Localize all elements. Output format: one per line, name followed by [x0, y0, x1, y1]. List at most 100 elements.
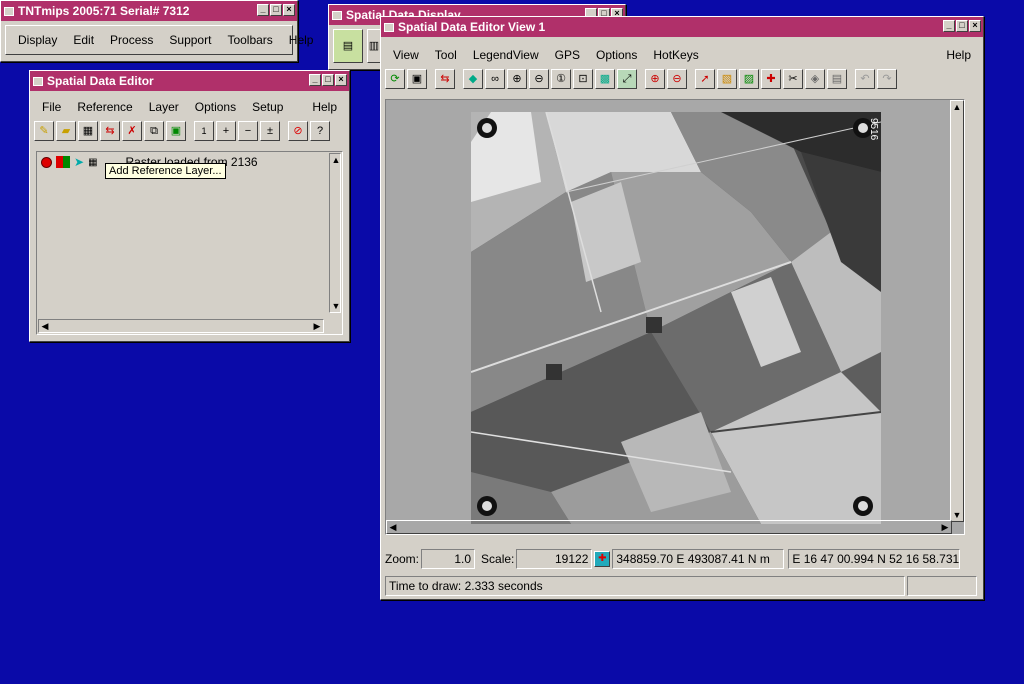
menu-edit[interactable]: Edit: [65, 33, 102, 47]
binoculars-icon[interactable]: ∞: [485, 69, 505, 89]
scroll-left-icon[interactable]: ◀: [387, 521, 399, 533]
raster-layer-icon: [56, 156, 70, 168]
scroll-right-icon[interactable]: ▶: [939, 521, 951, 533]
menu-setup[interactable]: Setup: [244, 100, 291, 114]
zoom-label: Zoom:: [385, 552, 420, 566]
editor-titlebar[interactable]: Spatial Data Editor _ □ ×: [30, 71, 349, 91]
close-icon[interactable]: ×: [283, 4, 295, 16]
database-icon[interactable]: ▣: [166, 121, 186, 141]
layer-vscrollbar[interactable]: ▲ ▼: [329, 153, 341, 313]
close-icon[interactable]: ×: [335, 74, 347, 86]
add-reference-layer-icon[interactable]: ⇆: [100, 121, 120, 141]
clipboard-icon[interactable]: ▤: [827, 69, 847, 89]
geo-coords-field: E 16 47 00.994 N 52 16 58.731: [788, 549, 961, 569]
save-icon[interactable]: ▦: [78, 121, 98, 141]
maximize-icon[interactable]: □: [322, 74, 334, 86]
scroll-up-icon[interactable]: ▲: [951, 101, 963, 113]
menu-process[interactable]: Process: [102, 33, 161, 47]
zoom-grid-icon[interactable]: ▩: [595, 69, 615, 89]
menu-help[interactable]: Help: [304, 100, 345, 114]
zoom-extents-icon[interactable]: ⤢: [617, 69, 637, 89]
chart-icon[interactable]: ▨: [739, 69, 759, 89]
menu-tool[interactable]: Tool: [427, 48, 465, 62]
raise-layer-icon[interactable]: +: [216, 121, 236, 141]
layer-hscrollbar[interactable]: ◀ ▶: [38, 319, 324, 333]
visibility-dot-icon[interactable]: [41, 156, 52, 168]
menu-file[interactable]: File: [34, 100, 69, 114]
zoom-in-red-icon[interactable]: ⊕: [645, 69, 665, 89]
copy-layer-icon[interactable]: ⧉: [144, 121, 164, 141]
view-toolbar: ⟳ ▣ ⇆ ◆ ∞ ⊕ ⊖ ① ⊡ ▩ ⤢ ⊕ ⊖ ➚ ▧ ▨ ✚ ✂ ◈ ▤ …: [381, 67, 983, 91]
maximize-icon[interactable]: □: [270, 4, 282, 16]
photo-frame-label: 9516: [868, 118, 879, 141]
menu-legendview[interactable]: LegendView: [465, 48, 547, 62]
scroll-down-icon[interactable]: ▼: [951, 509, 963, 521]
aerial-photo: 9516: [471, 112, 881, 524]
select-arrow-icon[interactable]: ➤: [74, 155, 84, 169]
toggle-layer-icon[interactable]: ±: [260, 121, 280, 141]
menu-options[interactable]: Options: [588, 48, 645, 62]
menu-gps[interactable]: GPS: [547, 48, 588, 62]
map-canvas[interactable]: 9516 ▲ ▼ ◀ ▶: [385, 99, 965, 535]
map-vscrollbar[interactable]: ▲ ▼: [950, 100, 964, 522]
menu-display[interactable]: Display: [10, 33, 65, 47]
locate-crosshair-icon[interactable]: ✚: [594, 551, 611, 567]
pan-icon[interactable]: ◆: [463, 69, 483, 89]
redo-icon[interactable]: ↷: [877, 69, 897, 89]
redraw-icon[interactable]: ⟳: [385, 69, 405, 89]
system-menu-icon[interactable]: [4, 6, 14, 16]
undo-icon[interactable]: ↶: [855, 69, 875, 89]
menu-hotkeys[interactable]: HotKeys: [645, 48, 706, 62]
zoom-1x-icon[interactable]: ①: [551, 69, 571, 89]
main-titlebar[interactable]: TNTmips 2005:71 Serial# 7312 _ □ ×: [1, 1, 297, 21]
minimize-icon[interactable]: _: [943, 20, 955, 32]
open-folder-icon[interactable]: ▰: [56, 121, 76, 141]
menu-help[interactable]: Help: [938, 48, 979, 62]
map-hscrollbar[interactable]: ◀ ▶: [386, 520, 952, 534]
gps-icon[interactable]: ◈: [805, 69, 825, 89]
editor-toolbar: ✎ ▰ ▦ ⇆ ✗ ⧉ ▣ 1 + − ± ⊘ ?: [30, 119, 349, 143]
system-menu-icon[interactable]: [384, 22, 394, 32]
close-icon[interactable]: ×: [969, 20, 981, 32]
view-titlebar[interactable]: Spatial Data Editor View 1 _ □ ×: [381, 17, 983, 37]
legend-icon[interactable]: ▧: [717, 69, 737, 89]
menu-help[interactable]: Help: [281, 33, 322, 47]
draw-time-bar: Time to draw: 2.333 seconds: [385, 576, 977, 596]
edit-object-icon[interactable]: ✎: [34, 121, 54, 141]
select-pointer-icon[interactable]: ➚: [695, 69, 715, 89]
scroll-up-icon[interactable]: ▲: [330, 154, 342, 166]
layer-properties-icon[interactable]: ▦: [88, 157, 97, 168]
menu-layer[interactable]: Layer: [141, 100, 187, 114]
menu-support[interactable]: Support: [161, 33, 219, 47]
menu-view[interactable]: View: [385, 48, 427, 62]
maximize-icon[interactable]: □: [956, 20, 968, 32]
layer-one-icon[interactable]: 1: [194, 121, 214, 141]
layer-icon[interactable]: ▥: [367, 29, 381, 63]
remove-layer-icon[interactable]: ✗: [122, 121, 142, 141]
zoom-box-icon[interactable]: ⊡: [573, 69, 593, 89]
cancel-icon[interactable]: ⊘: [288, 121, 308, 141]
menu-reference[interactable]: Reference: [69, 100, 140, 114]
menu-toolbars[interactable]: Toolbars: [219, 33, 280, 47]
system-menu-icon[interactable]: [33, 76, 43, 86]
zoom-out-red-icon[interactable]: ⊖: [667, 69, 687, 89]
zoom-in-icon[interactable]: ⊕: [507, 69, 527, 89]
full-view-icon[interactable]: ▣: [407, 69, 427, 89]
zoom-out-icon[interactable]: ⊖: [529, 69, 549, 89]
add-layer-icon[interactable]: ⇆: [435, 69, 455, 89]
scroll-left-icon[interactable]: ◀: [39, 320, 51, 332]
scale-field[interactable]: 19122: [516, 549, 593, 569]
help-pointer-icon[interactable]: ?: [310, 121, 330, 141]
menu-options[interactable]: Options: [187, 100, 244, 114]
scroll-right-icon[interactable]: ▶: [311, 320, 323, 332]
minimize-icon[interactable]: _: [257, 4, 269, 16]
scroll-down-icon[interactable]: ▼: [330, 300, 342, 312]
scissors-icon[interactable]: ✂: [783, 69, 803, 89]
tooltip: Add Reference Layer...: [105, 163, 226, 179]
system-menu-icon[interactable]: [332, 10, 342, 20]
new-display-icon[interactable]: ▤: [333, 29, 363, 63]
zoom-field[interactable]: 1.0: [421, 549, 476, 569]
measure-icon[interactable]: ✚: [761, 69, 781, 89]
lower-layer-icon[interactable]: −: [238, 121, 258, 141]
minimize-icon[interactable]: _: [309, 74, 321, 86]
